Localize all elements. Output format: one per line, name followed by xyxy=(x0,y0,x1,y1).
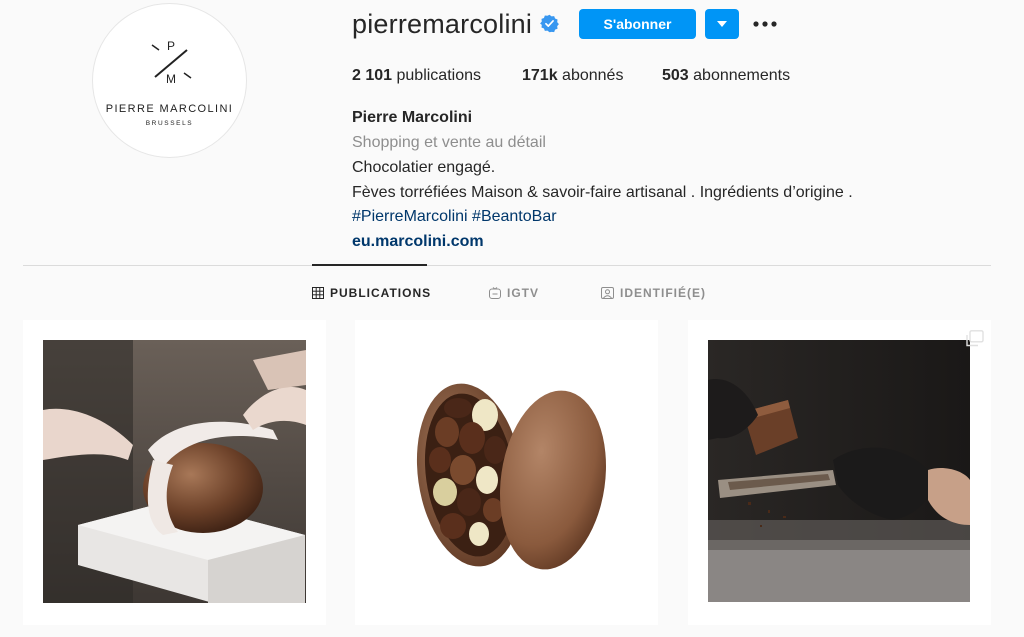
active-tab-indicator xyxy=(312,264,427,266)
igtv-icon xyxy=(489,287,501,299)
multi-photo-icon xyxy=(966,330,984,347)
following-count: 503 xyxy=(662,67,689,84)
avatar-brand-name: PIERRE MARCOLINI xyxy=(105,103,234,115)
post-thumbnail-1[interactable] xyxy=(23,320,326,625)
following-stat[interactable]: 503 abonnements xyxy=(662,67,790,85)
svg-text:P: P xyxy=(167,39,175,53)
more-horizontal-icon xyxy=(753,21,777,27)
post-image-chocolate-egg-ribbon xyxy=(43,340,306,603)
bio-line-2: Fèves torréfiées Maison & savoir-faire a… xyxy=(352,184,853,201)
follow-button[interactable]: S'abonner xyxy=(579,9,696,39)
bio-line-1: Chocolatier engagé. xyxy=(352,159,496,176)
posts-count: 2 101 xyxy=(352,67,393,84)
tab-igtv-label: IGTV xyxy=(507,286,540,300)
tab-publications-label: PUBLICATIONS xyxy=(330,286,432,300)
bio-hashtags[interactable]: #PierreMarcolini #BeantoBar xyxy=(352,208,557,226)
svg-text:M: M xyxy=(166,72,176,86)
verified-badge-icon xyxy=(540,14,559,33)
suggestions-dropdown-button[interactable] xyxy=(705,9,739,39)
posts-label: publications xyxy=(396,67,482,84)
grid-icon xyxy=(312,287,324,299)
followers-label: abonnés xyxy=(562,67,624,84)
tab-igtv[interactable]: IGTV xyxy=(489,286,539,300)
post-image-open-chocolate-egg xyxy=(355,320,658,625)
profile-username: pierremarcolini xyxy=(352,9,533,39)
tagged-icon xyxy=(601,287,614,299)
profile-full-name: Pierre Marcolini xyxy=(352,109,473,126)
bio-website-link[interactable]: eu.marcolini.com xyxy=(352,233,484,251)
post-image-chocolate-grating xyxy=(688,320,991,625)
post-thumbnail-3[interactable] xyxy=(688,320,991,625)
following-label: abonnements xyxy=(693,67,791,84)
avatar-brand-city: BRUSSELS xyxy=(145,120,194,127)
more-options-button[interactable] xyxy=(752,13,778,35)
tab-tagged[interactable]: IDENTIFIÉ(E) xyxy=(601,286,706,300)
followers-count: 171k xyxy=(522,67,558,84)
followers-stat[interactable]: 171k abonnés xyxy=(522,67,623,85)
tab-tagged-label: IDENTIFIÉ(E) xyxy=(620,286,706,300)
post-thumbnail-2[interactable] xyxy=(355,320,658,625)
profile-category: Shopping et vente au détail xyxy=(352,134,546,151)
caret-down-icon xyxy=(717,21,727,27)
profile-avatar[interactable]: P M PIERRE MARCOLINI BRUSSELS xyxy=(92,3,247,158)
tab-publications[interactable]: PUBLICATIONS xyxy=(312,286,431,300)
posts-count-stat: 2 101 publications xyxy=(352,67,481,85)
tabs-divider xyxy=(23,265,991,266)
brand-monogram-logo: P M xyxy=(151,39,192,86)
